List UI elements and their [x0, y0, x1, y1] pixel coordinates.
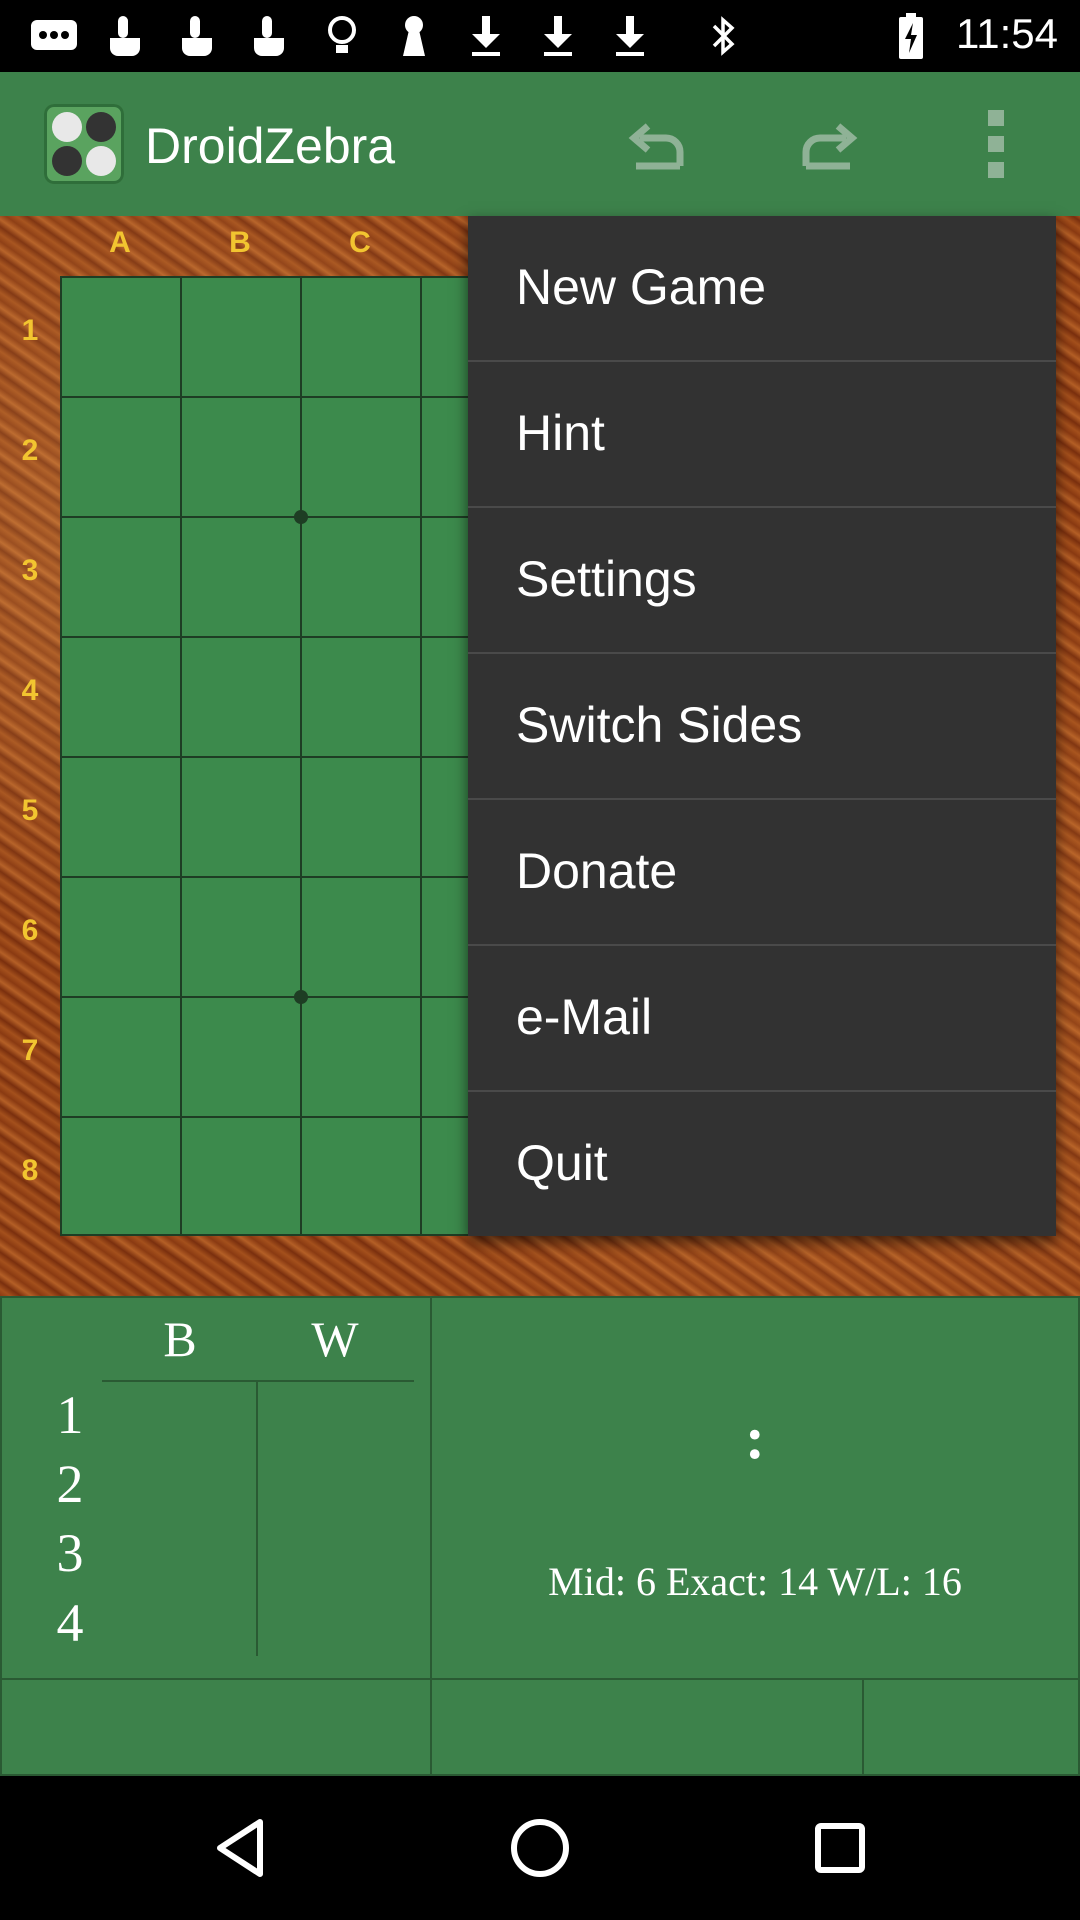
- row-label-3: 3: [21, 554, 39, 587]
- column-label-c: C: [349, 226, 371, 259]
- status-bar: 11:54: [0, 0, 1080, 72]
- lightbulb-icon: [322, 14, 362, 58]
- messaging-icon: [28, 14, 80, 58]
- board-marker-dot: [294, 990, 308, 1004]
- navigation-bar: [0, 1776, 1080, 1920]
- download-icon: [464, 14, 508, 58]
- menu-item-new-game[interactable]: New Game: [468, 216, 1056, 362]
- undo-icon[interactable]: [618, 104, 698, 184]
- menu-item-settings[interactable]: Settings: [468, 508, 1056, 654]
- column-label-b: B: [229, 226, 251, 259]
- board-marker-dot: [294, 510, 308, 524]
- row-label-4: 4: [21, 674, 39, 707]
- menu-item-switch-sides[interactable]: Switch Sides: [468, 654, 1056, 800]
- app-bar: DroidZebra: [0, 72, 1080, 216]
- move-number: 4: [56, 1593, 84, 1653]
- move-list-header-black: B: [163, 1311, 197, 1367]
- row-label-1: 1: [21, 314, 39, 347]
- battery-icon: [896, 13, 926, 59]
- overflow-menu-icon[interactable]: [976, 108, 1016, 180]
- row-label-8: 8: [21, 1154, 39, 1187]
- clock: 11:54: [956, 10, 1058, 57]
- row-label-6: 6: [21, 914, 39, 947]
- menu-item-email[interactable]: e-Mail: [468, 946, 1056, 1092]
- download-icon: [608, 14, 652, 58]
- touch-icon: [172, 14, 222, 58]
- redo-icon[interactable]: [788, 104, 868, 184]
- score-display: :: [745, 1405, 765, 1471]
- back-icon[interactable]: [206, 1812, 278, 1884]
- download-icon: [536, 14, 580, 58]
- touch-icon: [100, 14, 150, 58]
- move-number: 3: [56, 1523, 84, 1583]
- move-list-header-white: W: [311, 1311, 359, 1367]
- app-logo-icon: [44, 104, 124, 184]
- column-label-a: A: [109, 226, 131, 259]
- overflow-menu: New Game Hint Settings Switch Sides Dona…: [468, 216, 1056, 1236]
- home-icon[interactable]: [504, 1812, 576, 1884]
- row-label-2: 2: [21, 434, 39, 467]
- recents-icon[interactable]: [804, 1812, 876, 1884]
- bottom-panel: B W 1 2 3 4 : Mid: 6 Exact: 14 W/L: 16: [0, 1296, 1080, 1776]
- move-number: 1: [56, 1385, 84, 1445]
- touch-icon: [244, 14, 294, 58]
- bluetooth-icon: [704, 14, 744, 58]
- keyhole-icon: [394, 14, 434, 58]
- row-label-7: 7: [21, 1034, 39, 1067]
- engine-info: Mid: 6 Exact: 14 W/L: 16: [548, 1559, 962, 1604]
- move-number: 2: [56, 1454, 84, 1514]
- menu-item-hint[interactable]: Hint: [468, 362, 1056, 508]
- app-title: DroidZebra: [145, 118, 396, 174]
- menu-item-donate[interactable]: Donate: [468, 800, 1056, 946]
- row-label-5: 5: [21, 794, 39, 827]
- menu-item-quit[interactable]: Quit: [468, 1092, 1056, 1238]
